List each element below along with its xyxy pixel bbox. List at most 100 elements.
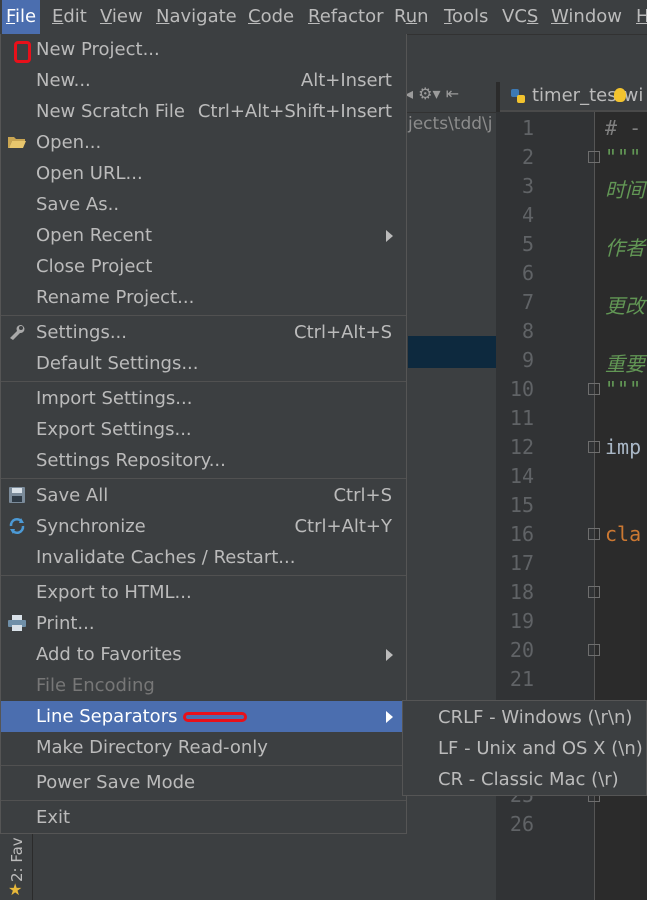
line-number: 9 (521, 348, 534, 372)
line-number: 5 (521, 232, 534, 256)
menu-separator (1, 575, 406, 576)
line-number: 17 (509, 551, 534, 575)
menu-separator (1, 765, 406, 766)
sync-icon (9, 518, 25, 534)
lightbulb-icon[interactable] (614, 88, 626, 102)
editor-tab-label[interactable]: timer_testwi (532, 85, 643, 106)
line-number: 10 (509, 377, 534, 401)
menu-item-new-scratch-file[interactable]: New Scratch File Ctrl+Alt+Shift+Insert (1, 96, 406, 127)
red-annotation-box (14, 41, 31, 63)
menu-item-save-all[interactable]: Save All Ctrl+S (1, 480, 406, 511)
wrench-icon (10, 325, 25, 340)
line-number: 14 (509, 464, 534, 488)
code-line: 重要 (605, 352, 645, 376)
line-number: 21 (509, 667, 534, 691)
menu-separator (1, 478, 406, 479)
fold-marker[interactable] (588, 151, 600, 163)
menu-help[interactable]: H (632, 0, 647, 34)
line-number: 16 (509, 522, 534, 546)
menu-tools[interactable]: Tools (440, 0, 492, 34)
line-number: 11 (509, 406, 534, 430)
line-number: 4 (521, 203, 534, 227)
fold-marker[interactable] (588, 441, 600, 453)
line-number: 15 (509, 493, 534, 517)
submenu-arrow-icon (386, 711, 393, 723)
menu-item-rename-project[interactable]: Rename Project... (1, 282, 406, 313)
line-number: 3 (521, 174, 534, 198)
menu-refactor[interactable]: Refactor (304, 0, 388, 34)
menu-item-default-settings[interactable]: Default Settings... (1, 348, 406, 379)
line-number: 18 (509, 580, 534, 604)
menu-item-close-project[interactable]: Close Project (1, 251, 406, 282)
line-number: 6 (521, 261, 534, 285)
menu-item-new-project[interactable]: New Project... (1, 34, 406, 65)
printer-icon (8, 615, 26, 631)
menu-file[interactable]: File (2, 0, 41, 34)
code-line: 更改 (605, 294, 645, 318)
menu-item-settings-repository[interactable]: Settings Repository... (1, 445, 406, 476)
menu-code[interactable]: Code (244, 0, 298, 34)
menu-separator (1, 381, 406, 382)
project-selected-row[interactable] (408, 336, 496, 368)
menu-item-power-save-mode[interactable]: Power Save Mode (1, 767, 406, 798)
menu-item-open[interactable]: Open... (1, 127, 406, 158)
code-line: """ (605, 145, 642, 169)
menu-item-synchronize[interactable]: Synchronize Ctrl+Alt+Y (1, 511, 406, 542)
menu-item-add-to-favorites[interactable]: Add to Favorites (1, 639, 406, 670)
menu-item-save-as[interactable]: Save As.. (1, 189, 406, 220)
code-line: imp (605, 435, 642, 459)
menu-vcs[interactable]: VCS (498, 0, 542, 34)
menu-navigate[interactable]: Navigate (152, 0, 241, 34)
line-number: 7 (521, 290, 534, 314)
menu-item-export-to-html[interactable]: Export to HTML... (1, 577, 406, 608)
fold-marker[interactable] (588, 383, 600, 395)
submenu-item-crlf[interactable]: CRLF - Windows (\r\n) (403, 702, 647, 733)
menu-item-print[interactable]: Print... (1, 608, 406, 639)
line-number: 26 (509, 812, 534, 836)
menu-separator (1, 315, 406, 316)
menu-item-settings[interactable]: Settings... Ctrl+Alt+S (1, 317, 406, 348)
menu-item-new[interactable]: New... Alt+Insert (1, 65, 406, 96)
red-annotation-underline (183, 712, 247, 722)
menu-item-exit[interactable]: Exit (1, 802, 406, 833)
submenu-arrow-icon (386, 230, 393, 242)
fold-marker[interactable] (588, 586, 600, 598)
line-number: 8 (521, 319, 534, 343)
fold-marker[interactable] (588, 528, 600, 540)
line-number: 12 (509, 435, 534, 459)
star-icon: ★ (8, 880, 23, 899)
line-separators-submenu: CRLF - Windows (\r\n) LF - Unix and OS X… (402, 700, 647, 796)
menu-view[interactable]: View (96, 0, 147, 34)
folder-open-icon (8, 137, 26, 148)
project-panel-tools[interactable]: ◂ ⚙▾ ⇤ (405, 84, 459, 103)
submenu-item-cr[interactable]: CR - Classic Mac (\r) (403, 764, 647, 795)
favorites-tool-label[interactable]: 2: Fav (8, 832, 26, 882)
code-line: cla (605, 522, 642, 546)
line-number: 20 (509, 638, 534, 662)
menu-window[interactable]: Window (547, 0, 626, 34)
code-line: """ (605, 377, 642, 401)
code-line: 时间 (605, 178, 645, 202)
fold-marker[interactable] (588, 644, 600, 656)
line-number: 19 (509, 609, 534, 633)
menu-bar: File Edit View Navigate Code Refactor Ru… (0, 0, 647, 35)
submenu-arrow-icon (386, 649, 393, 661)
line-number: 1 (521, 116, 534, 140)
menu-edit[interactable]: Edit (48, 0, 91, 34)
menu-separator (1, 800, 406, 801)
project-path: jects\tdd\j (408, 114, 493, 134)
python-file-icon (511, 89, 525, 103)
code-line: 作者 (605, 236, 645, 260)
submenu-item-lf[interactable]: LF - Unix and OS X (\n) (403, 733, 647, 764)
menu-run[interactable]: Run (390, 0, 433, 34)
menu-item-import-settings[interactable]: Import Settings... (1, 383, 406, 414)
save-icon (9, 487, 25, 503)
menu-item-open-recent[interactable]: Open Recent (1, 220, 406, 251)
code-line: # - (605, 116, 642, 140)
menu-item-invalidate-caches[interactable]: Invalidate Caches / Restart... (1, 542, 406, 573)
menu-item-open-url[interactable]: Open URL... (1, 158, 406, 189)
menu-item-export-settings[interactable]: Export Settings... (1, 414, 406, 445)
line-number: 2 (521, 145, 534, 169)
menu-item-make-directory-read-only[interactable]: Make Directory Read-only (1, 732, 406, 763)
menu-item-file-encoding: File Encoding (36, 675, 155, 696)
